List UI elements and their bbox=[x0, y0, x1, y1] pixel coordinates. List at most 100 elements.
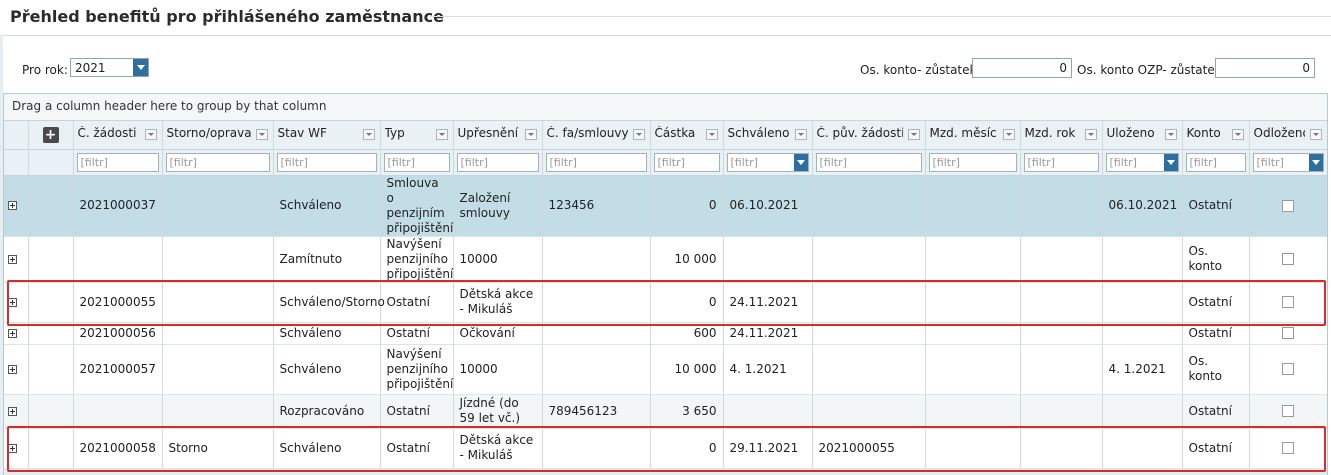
sort-menu-icon[interactable] bbox=[144, 129, 157, 140]
sort-menu-icon[interactable] bbox=[907, 129, 920, 140]
expand-row-icon[interactable] bbox=[8, 406, 17, 416]
cell-puv: 2021000055 bbox=[812, 428, 926, 469]
cell-typ: Ostatní bbox=[380, 322, 454, 345]
filter-cell-empty bbox=[28, 149, 74, 176]
odlozeno-checkbox[interactable] bbox=[1282, 442, 1294, 454]
year-select[interactable]: 2021 bbox=[70, 58, 149, 77]
filter-input-rok[interactable]: [filtr] bbox=[1023, 152, 1099, 172]
column-header-label: Upřesnění bbox=[457, 126, 519, 141]
filter-input-castka[interactable]: [filtr] bbox=[653, 152, 720, 172]
column-header-mesic[interactable]: Mzd. měsíc bbox=[925, 121, 1021, 150]
filter-input-zadost[interactable]: [filtr] bbox=[76, 152, 159, 172]
filter-input-upresneni[interactable]: [filtr] bbox=[456, 152, 539, 172]
ozp-balance-field[interactable]: 0 bbox=[1215, 58, 1315, 78]
cell-puv bbox=[812, 282, 926, 323]
chevron-down-icon[interactable] bbox=[1163, 153, 1178, 171]
odlozeno-checkbox[interactable] bbox=[1282, 327, 1294, 339]
column-header-puv[interactable]: Č. pův. žádosti bbox=[812, 121, 926, 150]
column-header-odlozeno[interactable]: Odloženo bbox=[1249, 121, 1327, 150]
sort-menu-icon[interactable] bbox=[362, 129, 375, 140]
cell-odlozeno bbox=[1249, 236, 1327, 283]
cell-typ: Ostatní bbox=[380, 282, 454, 323]
sort-menu-icon[interactable] bbox=[794, 129, 807, 140]
sort-menu-icon[interactable] bbox=[255, 129, 268, 140]
cell-fa: 789456123 bbox=[542, 394, 651, 429]
odlozeno-checkbox[interactable] bbox=[1282, 199, 1294, 212]
filter-input-stav[interactable]: [filtr] bbox=[276, 152, 377, 172]
expand-row-icon[interactable] bbox=[8, 328, 17, 338]
expand-row-icon[interactable] bbox=[8, 443, 17, 453]
filter-input-ulozeno[interactable]: [filtr] bbox=[1105, 152, 1179, 172]
filter-placeholder: [filtr] bbox=[80, 155, 108, 169]
table-row[interactable]: 2021000055 Schváleno/Storno Ostatní Dětská … bbox=[4, 282, 1327, 323]
table-row[interactable]: 2021000057 Schváleno Navýšení penzijního p… bbox=[4, 344, 1327, 395]
cell-fa: 123456 bbox=[542, 175, 651, 237]
group-by-panel[interactable]: Drag a column header here to group by th… bbox=[4, 94, 1327, 121]
column-header-ulozeno[interactable]: Uloženo bbox=[1102, 121, 1183, 150]
column-header-fa[interactable]: Č. fa/smlouvy bbox=[542, 121, 651, 150]
expand-row-icon[interactable] bbox=[8, 297, 17, 307]
filter-input-typ[interactable]: [filtr] bbox=[383, 152, 450, 172]
odlozeno-checkbox[interactable] bbox=[1282, 296, 1294, 308]
os-konto-balance-field[interactable]: 0 bbox=[972, 58, 1072, 78]
expand-row-icon[interactable] bbox=[8, 364, 17, 374]
cell-schvaleno: 29.11.2021 bbox=[723, 428, 813, 469]
column-header-stav[interactable]: Stav WF bbox=[273, 121, 381, 150]
column-header-rok[interactable]: Mzd. rok bbox=[1020, 121, 1103, 150]
cell-puv bbox=[812, 322, 926, 345]
table-row[interactable]: Rozpracováno Ostatní Jízdné (do 59 let vč.… bbox=[4, 394, 1327, 429]
expand-row-icon[interactable] bbox=[8, 254, 17, 264]
odlozeno-checkbox[interactable] bbox=[1282, 363, 1294, 375]
sort-menu-icon[interactable] bbox=[1164, 129, 1177, 140]
column-header-typ[interactable]: Typ bbox=[380, 121, 454, 150]
table-row[interactable]: Zamítnuto Navýšení penzijního připojištěn… bbox=[4, 236, 1327, 283]
table-row[interactable]: 2021000056 Schváleno Ostatní Očkování 600 24.… bbox=[4, 322, 1327, 345]
filter-input-konto[interactable]: [filtr] bbox=[1185, 152, 1246, 172]
filter-input-schvaleno[interactable]: [filtr] bbox=[726, 152, 809, 172]
cell-mesic bbox=[925, 282, 1021, 323]
column-header-schvaleno[interactable]: Schváleno bbox=[723, 121, 813, 150]
sort-menu-icon[interactable] bbox=[1002, 129, 1015, 140]
page-title: Přehled benefitů pro přihlášeného zaměst… bbox=[10, 7, 444, 26]
cell-mesic bbox=[925, 394, 1021, 429]
filter-cell-konto: [filtr] bbox=[1182, 149, 1250, 176]
sort-menu-icon[interactable] bbox=[435, 129, 448, 140]
chevron-down-icon[interactable] bbox=[133, 59, 148, 76]
table-row[interactable]: 2021000037 Schváleno Smlouva o penzijním p… bbox=[4, 175, 1327, 237]
table-row[interactable]: 2021000058 Storno Schváleno Ostatní Dětská a… bbox=[4, 428, 1327, 469]
cell-storno bbox=[162, 175, 274, 237]
filter-input-fa[interactable]: [filtr] bbox=[545, 152, 647, 172]
sort-menu-icon[interactable] bbox=[632, 129, 645, 140]
cell-zadost: 2021000056 bbox=[73, 322, 163, 345]
cell-ulozeno bbox=[1102, 282, 1183, 323]
filter-input-puv[interactable]: [filtr] bbox=[815, 152, 922, 172]
filter-input-mesic[interactable]: [filtr] bbox=[928, 152, 1017, 172]
sort-menu-icon[interactable] bbox=[1231, 129, 1244, 140]
add-column-button[interactable]: + bbox=[42, 126, 59, 143]
filter-input-storno[interactable]: [filtr] bbox=[165, 152, 270, 172]
column-header-zadost[interactable]: Č. žádosti bbox=[73, 121, 163, 150]
cell-schvaleno: 4. 1.2021 bbox=[723, 344, 813, 395]
column-header-storno[interactable]: Storno/oprava bbox=[162, 121, 274, 150]
expand-cell bbox=[4, 322, 29, 345]
expand-row-icon[interactable] bbox=[8, 201, 17, 210]
chevron-down-icon[interactable] bbox=[1308, 153, 1323, 171]
filter-bar: Pro rok: 2021 Os. konto- zůstatek: 0 Os.… bbox=[0, 56, 1331, 82]
column-header-castka[interactable]: Částka bbox=[650, 121, 724, 150]
odlozeno-checkbox[interactable] bbox=[1282, 253, 1294, 265]
column-header-label: Č. fa/smlouvy bbox=[546, 126, 628, 141]
chevron-down-icon[interactable] bbox=[793, 153, 808, 171]
column-header-label: Č. žádosti bbox=[77, 126, 137, 141]
odlozeno-checkbox[interactable] bbox=[1282, 405, 1294, 417]
cell-odlozeno bbox=[1249, 322, 1327, 345]
column-header-konto[interactable]: Konto bbox=[1182, 121, 1250, 150]
cell-ulozeno: 06.10.2021 bbox=[1102, 175, 1183, 237]
sort-menu-icon[interactable] bbox=[1309, 129, 1322, 140]
sort-menu-icon[interactable] bbox=[524, 129, 537, 140]
column-header-upresneni[interactable]: Upřesnění bbox=[453, 121, 543, 150]
sort-menu-icon[interactable] bbox=[705, 129, 718, 140]
filter-input-odlozeno[interactable]: [filtr] bbox=[1252, 152, 1324, 172]
cell-fa bbox=[542, 344, 651, 395]
filter-placeholder: [filtr] bbox=[1189, 155, 1217, 169]
sort-menu-icon[interactable] bbox=[1084, 129, 1097, 140]
